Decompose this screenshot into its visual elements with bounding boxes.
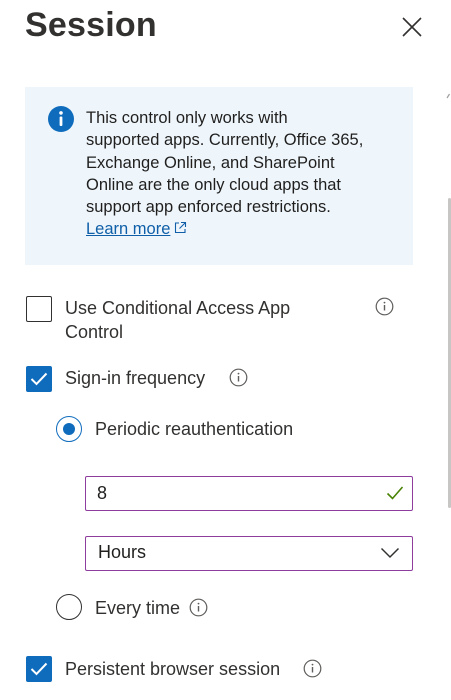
chevron-down-icon — [380, 547, 400, 559]
info-line: supported apps. Currently, Office 365, — [86, 131, 364, 150]
frequency-unit-dropdown[interactable]: Hours — [85, 536, 413, 571]
learn-more-link[interactable]: Learn more — [86, 220, 187, 238]
scroll-up-arrow-icon[interactable] — [446, 88, 451, 102]
checkmark-icon — [30, 372, 48, 386]
frequency-unit-value: Hours — [98, 542, 147, 562]
persistent-browser-session-checkbox[interactable] — [26, 656, 52, 682]
app-control-info-icon[interactable] — [375, 297, 394, 316]
info-message-text: This control only works with supported a… — [86, 107, 396, 241]
info-line: support app enforced restrictions. — [86, 198, 331, 217]
frequency-value-field — [85, 476, 413, 511]
persistent-browser-session-label: Persistent browser session — [65, 659, 281, 679]
info-line: This control only works with — [86, 109, 288, 127]
app-control-checkbox[interactable] — [26, 296, 52, 322]
checkmark-icon — [30, 662, 48, 676]
info-message-bar: This control only works with supported a… — [25, 87, 413, 265]
app-control-label: Use Conditional Access App Control — [65, 298, 291, 342]
info-icon — [48, 106, 74, 132]
every-time-radio[interactable] — [56, 594, 82, 620]
periodic-reauthentication-radio[interactable] — [56, 416, 82, 442]
sign-in-frequency-info-icon[interactable] — [229, 368, 248, 387]
info-line: Online are the only cloud apps that — [86, 175, 342, 194]
info-line: Exchange Online, and SharePoint — [86, 153, 335, 172]
sign-in-frequency-checkbox[interactable] — [26, 366, 52, 392]
close-icon — [402, 17, 422, 37]
radio-dot — [63, 423, 75, 435]
persistent-browser-info-icon[interactable] — [303, 659, 322, 678]
periodic-reauthentication-label: Periodic reauthentication — [95, 419, 294, 439]
every-time-label: Every time — [95, 598, 181, 618]
every-time-info-icon[interactable] — [189, 598, 208, 617]
external-link-icon — [175, 222, 187, 234]
valid-checkmark-icon — [386, 486, 404, 500]
close-button[interactable] — [397, 12, 427, 42]
sign-in-frequency-label: Sign-in frequency — [65, 368, 206, 388]
frequency-value-input[interactable] — [97, 481, 367, 505]
page-title: Session — [25, 6, 157, 44]
scrollbar[interactable] — [446, 88, 451, 700]
